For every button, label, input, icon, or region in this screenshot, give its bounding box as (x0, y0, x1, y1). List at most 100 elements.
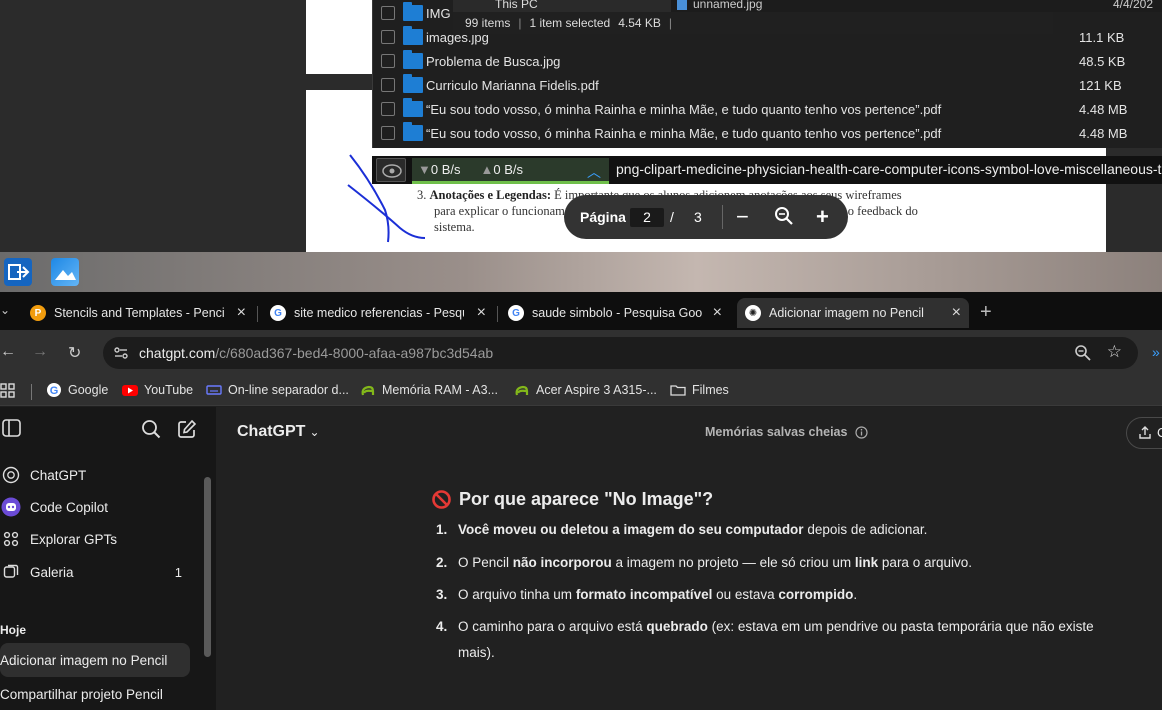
bold-text: link (854, 555, 879, 570)
close-icon[interactable]: × (952, 304, 961, 322)
file-name[interactable]: “Eu sou todo vosso, ó minha Rainha e min… (426, 102, 941, 117)
tab-title: Adicionar imagem no Pencil (769, 306, 924, 320)
chat-header: ChatGPT ⌄ Memórias salvas cheias C (216, 407, 1162, 457)
file-row[interactable]: Curriculo Marianna Fidelis.pdf 121 KB (373, 73, 1162, 97)
zoom-icon[interactable] (1074, 344, 1092, 362)
tab-title: saude simbolo - Pesquisa Google (532, 306, 702, 320)
zoom-in-button[interactable]: + (816, 204, 829, 230)
address-bar[interactable]: chatgpt.com/c/680ad367-bed4-8000-afaa-a9… (103, 337, 1138, 369)
file-row[interactable]: “Eu sou todo vosso, ó minha Rainha e min… (373, 97, 1162, 121)
bookmark-item[interactable]: G Google (46, 382, 108, 398)
close-icon[interactable]: × (237, 304, 246, 322)
folder-icon (403, 50, 423, 69)
pdf-page-toolbar: Página 2 / 3 − + (564, 195, 848, 239)
acer-icon (360, 382, 376, 398)
browser-tab[interactable]: Gsite medico referencias - Pesquisa Goog… (262, 298, 494, 328)
bookmark-label: YouTube (144, 383, 194, 397)
bookmark-item[interactable]: Memória RAM - A3... (360, 382, 498, 398)
plain-text: depois de adicionar. (803, 522, 928, 537)
close-icon[interactable]: × (713, 304, 722, 322)
app-shortcut-icon[interactable] (4, 258, 32, 286)
bookmark-item[interactable]: YouTube (122, 382, 193, 398)
apps-grid-icon[interactable] (0, 383, 16, 404)
file-row[interactable]: “Eu sou todo vosso, ó minha Rainha e min… (373, 121, 1162, 145)
row-checkbox[interactable] (381, 126, 395, 140)
chatgpt-icon: ✺ (745, 305, 761, 321)
zoom-out-button[interactable]: − (736, 204, 749, 230)
upload-speed: 0 B/s (493, 162, 523, 177)
url-host: chatgpt.com (139, 345, 216, 361)
arrow-up-icon: ▲ (480, 162, 494, 177)
download-file-name[interactable]: png-clipart-medicine-physician-health-ca… (616, 161, 1161, 177)
browser-window: ⌄ P Stencils and Templates - Pencil Proje… (0, 292, 1162, 710)
search-icon[interactable] (141, 419, 161, 444)
eye-icon[interactable] (376, 158, 406, 182)
chat-title: Compartilhar projeto Pencil (0, 686, 163, 702)
bookmark-label: Memória RAM - A3... (382, 383, 498, 397)
file-name[interactable]: IMG (426, 6, 451, 21)
bookmark-item[interactable]: Acer Aspire 3 A315-... (514, 382, 657, 398)
current-page-input[interactable]: 2 (630, 208, 664, 227)
row-checkbox[interactable] (381, 6, 395, 20)
browser-tab[interactable]: ✺ Adicionar imagem no Pencil × (737, 298, 969, 328)
list-number: 1. (436, 522, 448, 537)
sidebar-item[interactable]: Explorar GPTs (0, 524, 200, 554)
share-label: C (1157, 425, 1162, 440)
bookmark-star-icon[interactable]: ☆ (1107, 342, 1122, 362)
file-name[interactable]: Curriculo Marianna Fidelis.pdf (426, 78, 599, 93)
share-icon (1139, 426, 1151, 439)
row-checkbox[interactable] (381, 102, 395, 116)
url-text[interactable]: chatgpt.com/c/680ad367-bed4-8000-afaa-a9… (139, 345, 493, 361)
row-checkbox[interactable] (381, 30, 395, 44)
file-size: 4.48 MB (1079, 125, 1128, 141)
site-info-icon[interactable] (113, 345, 129, 361)
answer-heading-text: Por que aparece "No Image"? (459, 489, 714, 509)
model-selector[interactable]: ChatGPT ⌄ (237, 423, 320, 441)
folder-icon (403, 122, 423, 141)
list-text: O arquivo tinha um formato incompatível … (458, 582, 1108, 608)
bookmark-item[interactable]: On-line separador d... (206, 382, 349, 398)
chevron-up-icon[interactable]: ︿ (587, 162, 601, 182)
new-tab-button[interactable]: + (980, 301, 992, 324)
chevron-down-icon[interactable]: ⌄ (0, 303, 10, 317)
file-date: 4/4/202 (1112, 0, 1153, 11)
sidebar-scrollbar[interactable] (204, 477, 211, 657)
close-icon[interactable]: × (477, 304, 486, 322)
back-icon[interactable]: ← (0, 343, 16, 361)
bookmark-label: Acer Aspire 3 A315-... (536, 383, 657, 397)
file-name[interactable]: “Eu sou todo vosso, ó minha Rainha e min… (426, 126, 941, 141)
browser-tab[interactable]: P Stencils and Templates - Pencil Project… (22, 298, 254, 328)
photos-app-icon[interactable] (51, 258, 79, 286)
chat-history-item[interactable]: Compartilhar projeto Pencil (0, 677, 190, 710)
tab-divider (257, 306, 258, 322)
bookmark-item[interactable]: Filmes (670, 382, 729, 398)
chat-history-item[interactable]: Adicionar imagem no Pencil (0, 643, 190, 677)
row-checkbox[interactable] (381, 54, 395, 68)
status-size: 4.54 KB (618, 16, 661, 30)
row-checkbox[interactable] (381, 78, 395, 92)
forward-icon[interactable]: → (32, 343, 48, 361)
sidebar-item[interactable]: Galeria 1 (0, 557, 200, 587)
file-name[interactable]: unnamed.jpg (693, 0, 762, 11)
browser-tab[interactable]: Gsaude simbolo - Pesquisa Google × (500, 298, 730, 328)
reload-icon[interactable]: ↻ (68, 343, 81, 363)
sidebar-toggle-icon[interactable] (2, 419, 22, 442)
sidebar-item[interactable]: Code Copilot (0, 492, 200, 522)
chatgpt-icon (1, 465, 21, 485)
file-name[interactable]: Problema de Busca.jpg (426, 54, 560, 69)
bold-text: corrompido (778, 587, 854, 602)
sidebar-item[interactable]: ChatGPT (0, 460, 200, 490)
tab-strip: ⌄ P Stencils and Templates - Pencil Proje… (0, 292, 1162, 330)
file-row[interactable]: Problema de Busca.jpg 48.5 KB (373, 49, 1162, 73)
url-path: /c/680ad367-bed4-8000-afaa-a987bc3d54ab (215, 345, 494, 361)
zoom-icon[interactable] (774, 206, 794, 229)
share-button[interactable]: C (1126, 417, 1162, 449)
new-chat-icon[interactable] (177, 419, 197, 444)
bookmarks-bar: G Google YouTube On-line separador d... Memó… (0, 376, 1162, 406)
folder-icon (670, 382, 686, 398)
nav-item-this-pc[interactable]: This PC (495, 0, 538, 11)
extension-icon[interactable]: » (1152, 344, 1160, 360)
info-icon[interactable] (855, 425, 869, 439)
memory-status[interactable]: Memórias salvas cheias (705, 425, 869, 439)
plain-text: O caminho para o arquivo está (458, 619, 647, 634)
